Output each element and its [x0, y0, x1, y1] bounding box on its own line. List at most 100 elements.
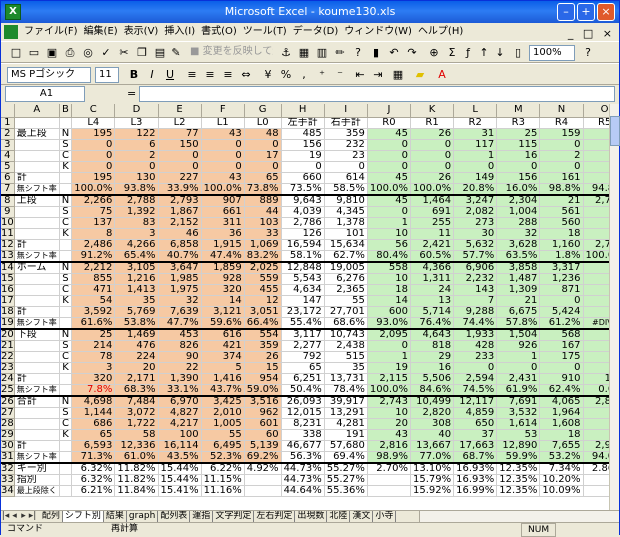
- question-icon[interactable]: ?: [351, 46, 365, 60]
- shift-key-label[interactable]: [59, 384, 73, 396]
- cell[interactable]: 78: [71, 351, 116, 363]
- cell[interactable]: 43.7%: [201, 384, 245, 396]
- zoom-select[interactable]: 100%: [529, 45, 575, 61]
- cell[interactable]: 1: [367, 217, 411, 229]
- cell[interactable]: 29: [410, 351, 455, 363]
- cell[interactable]: 2,304: [496, 193, 541, 207]
- outdent-icon[interactable]: ⇤: [353, 68, 367, 82]
- cell[interactable]: 2,801: [583, 394, 609, 408]
- cell[interactable]: 4,345: [324, 206, 368, 218]
- cell[interactable]: 80.4%: [367, 250, 411, 262]
- shift-key-label[interactable]: K: [59, 161, 73, 173]
- cell[interactable]: 65: [244, 172, 282, 184]
- sigma-icon[interactable]: Σ: [445, 46, 459, 60]
- cell[interactable]: 826: [158, 340, 202, 352]
- cell[interactable]: 10: [367, 228, 411, 240]
- cell[interactable]: 16,114: [158, 440, 202, 452]
- shift-key-label[interactable]: [59, 451, 73, 463]
- cell[interactable]: 15,634: [324, 239, 368, 251]
- cell[interactable]: 1,311: [410, 273, 455, 285]
- cell[interactable]: 1,964: [539, 407, 584, 419]
- cell[interactable]: 0: [71, 139, 116, 151]
- cell[interactable]: 16: [410, 362, 455, 374]
- cell[interactable]: 56: [367, 239, 411, 251]
- sheet-tab[interactable]: 文字判定: [213, 511, 255, 522]
- cell[interactable]: 1,216: [114, 273, 159, 285]
- formula-equals-icon[interactable]: =: [127, 87, 136, 100]
- cell[interactable]: 0: [158, 150, 202, 162]
- row-header[interactable]: 1: [1, 117, 15, 129]
- cell[interactable]: 1,487: [496, 273, 541, 285]
- cell[interactable]: 1,005: [201, 418, 245, 430]
- cell[interactable]: 68.3%: [114, 384, 159, 396]
- cell[interactable]: 2,438: [324, 340, 368, 352]
- row-header[interactable]: 29: [1, 429, 15, 441]
- cell[interactable]: 13: [410, 295, 455, 307]
- cell[interactable]: 27,701: [324, 306, 368, 318]
- format-painter-icon[interactable]: ✎: [169, 46, 183, 60]
- cell[interactable]: 25: [496, 128, 541, 140]
- cell[interactable]: 4,698: [71, 394, 116, 408]
- cell[interactable]: 90: [158, 351, 202, 363]
- cell[interactable]: 0: [114, 161, 159, 173]
- cell[interactable]: 13,731: [324, 373, 368, 385]
- cell[interactable]: 9,288: [453, 306, 498, 318]
- cell[interactable]: 2.86%: [583, 461, 609, 475]
- cell[interactable]: 39,917: [324, 394, 368, 408]
- cell[interactable]: 614: [324, 172, 368, 184]
- cell[interactable]: 2,486: [71, 239, 116, 251]
- cell[interactable]: 100.0%: [367, 384, 411, 396]
- row-header[interactable]: 16: [1, 284, 15, 296]
- cell[interactable]: 1,915: [201, 239, 245, 251]
- cell[interactable]: 18: [367, 284, 411, 296]
- cell[interactable]: 99: [583, 407, 609, 419]
- cell[interactable]: 0: [539, 295, 584, 307]
- cell[interactable]: 55: [324, 295, 368, 307]
- column-header[interactable]: A: [14, 104, 60, 118]
- cell[interactable]: 0: [583, 217, 609, 229]
- cell[interactable]: 4,266: [114, 239, 159, 251]
- cell[interactable]: 10,743: [324, 327, 368, 341]
- shift-key-label[interactable]: [59, 306, 73, 318]
- tab-last-icon[interactable]: ▸|: [28, 511, 37, 521]
- cell[interactable]: 143: [453, 284, 498, 296]
- preview-icon[interactable]: ◎: [81, 46, 95, 60]
- cell[interactable]: [367, 485, 411, 497]
- cell[interactable]: 10,499: [410, 394, 455, 408]
- shift-key-label[interactable]: C: [59, 284, 73, 296]
- cell[interactable]: 0: [410, 139, 455, 151]
- cell[interactable]: 13,667: [410, 440, 455, 452]
- cell[interactable]: 6: [114, 139, 159, 151]
- cell[interactable]: 558: [367, 260, 411, 274]
- row-label[interactable]: [14, 284, 60, 296]
- cell[interactable]: 84.6%: [410, 384, 455, 396]
- cell[interactable]: 455: [244, 284, 282, 296]
- cell[interactable]: 0: [201, 150, 245, 162]
- cell[interactable]: 616: [201, 327, 245, 341]
- row-label[interactable]: [14, 429, 60, 441]
- cell[interactable]: 5: [201, 362, 245, 374]
- shift-key-label[interactable]: N: [59, 260, 73, 274]
- cell[interactable]: 156: [281, 139, 325, 151]
- row-header[interactable]: 21: [1, 340, 15, 352]
- cell[interactable]: 1,392: [114, 206, 159, 218]
- cell[interactable]: 0: [583, 161, 609, 173]
- shift-key-label[interactable]: S: [59, 273, 73, 285]
- row-label[interactable]: [14, 217, 60, 229]
- row-label[interactable]: [14, 150, 60, 162]
- row-header[interactable]: 9: [1, 206, 15, 218]
- cell[interactable]: 15.44%: [158, 461, 202, 475]
- cell[interactable]: 650: [453, 418, 498, 430]
- align-right-icon[interactable]: ≡: [221, 68, 235, 82]
- shift-key-label[interactable]: [59, 474, 73, 486]
- cell[interactable]: 45: [367, 193, 411, 207]
- cell[interactable]: 68.7%: [453, 451, 498, 463]
- cell[interactable]: 560: [539, 217, 584, 229]
- cell[interactable]: 0: [410, 161, 455, 173]
- cell[interactable]: 4,039: [281, 206, 325, 218]
- spreadsheet-grid[interactable]: ABCDEFGHIJKLMNOP1L4L3L2L1L0左手計右手計R0R1R2R…: [1, 104, 609, 510]
- cell[interactable]: 0: [583, 139, 609, 151]
- row-header[interactable]: 2: [1, 128, 15, 140]
- cell[interactable]: 3,516: [244, 394, 282, 408]
- shift-key-label[interactable]: S: [59, 407, 73, 419]
